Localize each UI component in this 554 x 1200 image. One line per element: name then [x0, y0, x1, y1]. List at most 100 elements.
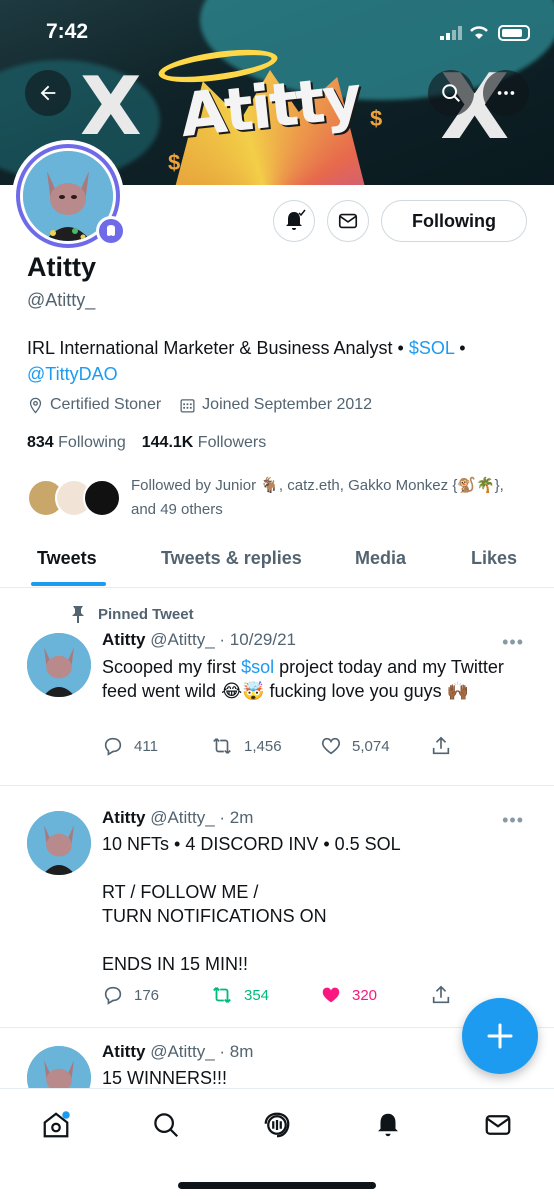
reply-count: 411 — [134, 737, 158, 755]
tweet-header: Atitty @Atitty_ · 10/29/21 — [102, 630, 296, 650]
tab-media[interactable]: Media — [355, 548, 406, 569]
tweet-text: 10 NFTs • 4 DISCORD INV • 0.5 SOL RT / F… — [102, 834, 401, 974]
home-icon — [43, 1111, 70, 1138]
nft-badge-icon — [107, 225, 115, 236]
tweet-header: Atitty @Atitty_ · 2m — [102, 808, 253, 828]
search-button[interactable] — [428, 70, 474, 116]
followers-label: Followers — [197, 434, 267, 451]
tweet-author-name[interactable]: Atitty — [102, 630, 145, 649]
profile-tabs: Tweets Tweets & replies Media Likes — [0, 536, 554, 588]
retweet-button[interactable]: 1,456 — [210, 735, 282, 757]
spaces-icon — [264, 1112, 290, 1138]
following-count-link[interactable]: 834 Following — [27, 434, 126, 452]
bell-icon — [378, 1113, 398, 1137]
status-bar: 7:42 — [0, 18, 554, 48]
pinned-label: Pinned Tweet — [70, 605, 194, 623]
home-indicator — [178, 1182, 376, 1189]
tweet-timestamp: · 8m — [219, 1042, 254, 1061]
calendar-icon — [180, 398, 195, 413]
tweet-author-handle[interactable]: @Atitty_ — [150, 1042, 215, 1061]
bio-text: IRL International Marketer & Business An… — [27, 338, 409, 358]
tab-tweets[interactable]: Tweets — [37, 548, 97, 569]
active-tab-indicator — [31, 582, 106, 586]
tweet-card[interactable]: Pinned Tweet Atitty @Atitty_ · 10/29/21 … — [0, 588, 554, 786]
reply-button[interactable]: 176 — [102, 984, 159, 1006]
profile-joined: Joined September 2012 — [202, 396, 373, 413]
like-button[interactable]: 5,074 — [320, 735, 390, 757]
nft-badge — [96, 216, 126, 246]
share-button[interactable] — [430, 984, 452, 1006]
tweet-avatar[interactable] — [27, 1046, 91, 1088]
nav-spaces[interactable] — [257, 1105, 297, 1145]
tweet-actions: 411 1,456 5,074 — [102, 735, 462, 761]
reply-icon — [104, 986, 122, 1005]
tweet-header: Atitty @Atitty_ · 8m — [102, 1042, 253, 1062]
tweet-more-button[interactable]: ••• — [502, 810, 524, 831]
tweet-text: Scooped my first $sol project today and … — [102, 657, 504, 701]
tab-tweets-replies[interactable]: Tweets & replies — [161, 548, 302, 569]
tweet-avatar[interactable] — [27, 633, 91, 697]
tweet-more-button[interactable]: ••• — [502, 632, 524, 653]
bio-link-dao[interactable]: @TittyDAO — [27, 364, 118, 384]
notifications-toggle-button[interactable] — [273, 200, 315, 242]
compose-icon — [487, 1023, 513, 1049]
nav-home[interactable] — [36, 1105, 76, 1145]
like-count: 5,074 — [352, 737, 390, 755]
tweet-actions: 176 354 320 — [102, 984, 462, 1010]
followed-by-text: Followed by Junior 🐐, catz.eth, Gakko Mo… — [131, 477, 504, 518]
search-icon — [442, 84, 460, 102]
pinned-label-text: Pinned Tweet — [98, 605, 194, 623]
search-icon — [154, 1113, 179, 1138]
tweet-timestamp: · 2m — [219, 808, 254, 827]
mail-icon — [338, 213, 358, 229]
follow-counts: 834 Following 144.1K Followers — [27, 434, 266, 452]
more-icon — [497, 91, 515, 95]
tweet-avatar[interactable] — [27, 811, 91, 875]
pin-icon — [72, 606, 84, 623]
retweet-count: 1,456 — [244, 737, 282, 755]
tweet-card[interactable]: Atitty @Atitty_ · 2m ••• 10 NFTs • 4 DIS… — [0, 786, 554, 1028]
wifi-icon — [470, 26, 488, 39]
reply-icon — [104, 737, 122, 756]
profile-bio: IRL International Marketer & Business An… — [27, 335, 527, 387]
retweet-icon — [213, 987, 231, 1003]
tweet-author-name[interactable]: Atitty — [102, 808, 145, 827]
tweet-author-handle[interactable]: @Atitty_ — [150, 808, 215, 827]
profile-meta: Certified Stoner Joined September 2012 — [27, 396, 372, 414]
status-time: 7:42 — [46, 20, 89, 43]
like-count: 320 — [352, 986, 378, 1004]
profile-avatar[interactable] — [12, 140, 126, 252]
like-button[interactable]: 320 — [320, 984, 377, 1006]
retweet-button[interactable]: 354 — [210, 984, 269, 1006]
message-button[interactable] — [327, 200, 369, 242]
share-button[interactable] — [430, 735, 452, 757]
nav-notifications[interactable] — [368, 1105, 408, 1145]
followers-count: 144.1K — [141, 434, 194, 451]
back-button[interactable] — [25, 70, 71, 116]
profile-location: Certified Stoner — [50, 396, 162, 413]
like-icon — [321, 737, 341, 755]
tweet-author-handle[interactable]: @Atitty_ — [150, 630, 215, 649]
like-icon-filled — [322, 987, 340, 1003]
tweet-text: 15 WINNERS!!! — [102, 1068, 228, 1088]
mail-icon — [485, 1115, 511, 1135]
nav-messages[interactable] — [478, 1105, 518, 1145]
followers-count-link[interactable]: 144.1K Followers — [142, 434, 267, 452]
tab-likes[interactable]: Likes — [471, 548, 517, 569]
compose-tweet-button[interactable] — [462, 998, 538, 1074]
share-icon — [432, 736, 450, 755]
nav-search[interactable] — [146, 1105, 186, 1145]
back-arrow-icon — [40, 85, 56, 101]
tweet-link-sol[interactable]: $sol — [241, 657, 274, 677]
reply-button[interactable]: 411 — [102, 735, 158, 757]
reply-count: 176 — [134, 986, 160, 1004]
tweet-author-name[interactable]: Atitty — [102, 1042, 145, 1061]
profile-name: Atitty — [27, 252, 96, 282]
bio-separator: • — [454, 338, 466, 358]
bio-link-sol[interactable]: $SOL — [409, 338, 454, 358]
following-button[interactable]: Following — [381, 200, 527, 242]
location-icon — [29, 397, 42, 414]
retweet-count: 354 — [244, 986, 270, 1004]
more-button[interactable] — [483, 70, 529, 116]
followed-by[interactable]: Followed by Junior 🐐, catz.eth, Gakko Mo… — [27, 474, 527, 524]
